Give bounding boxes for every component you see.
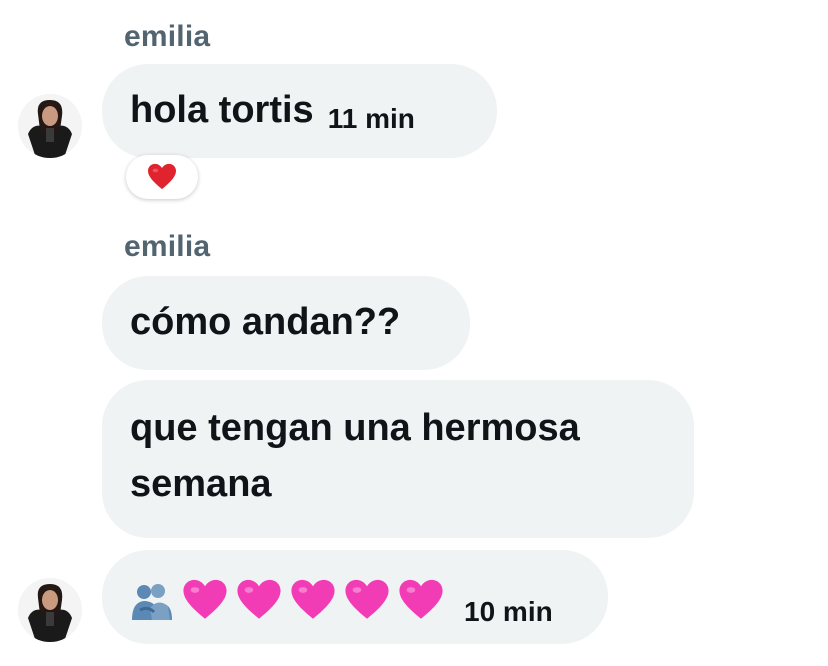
message-bubble[interactable]: 10 min — [102, 550, 608, 644]
sender-name: emilia — [124, 230, 211, 263]
pink-heart-icon — [344, 578, 390, 622]
avatar[interactable] — [18, 578, 82, 642]
message-text-line: semana — [130, 463, 272, 505]
avatar[interactable] — [18, 94, 82, 158]
red-heart-icon — [147, 163, 177, 191]
message-text: cómo andan?? — [130, 301, 401, 343]
pink-heart-icon — [182, 578, 228, 622]
message-bubble[interactable]: que tengan una hermosa semana — [102, 380, 694, 538]
people-hugging-icon — [128, 578, 174, 622]
message-timestamp: 11 min — [327, 103, 415, 134]
pink-heart-icon — [398, 578, 444, 622]
pink-heart-icon — [290, 578, 336, 622]
message-text-line: que tengan una hermosa — [130, 407, 580, 449]
message-bubble[interactable]: cómo andan?? — [102, 276, 470, 370]
message-text: hola tortis — [130, 89, 314, 131]
reaction-badge[interactable] — [126, 155, 198, 199]
message-timestamp: 10 min — [464, 596, 553, 627]
message-bubble[interactable]: hola tortis 11 min — [102, 64, 497, 158]
sender-name: emilia — [124, 20, 211, 53]
pink-heart-icon — [236, 578, 282, 622]
